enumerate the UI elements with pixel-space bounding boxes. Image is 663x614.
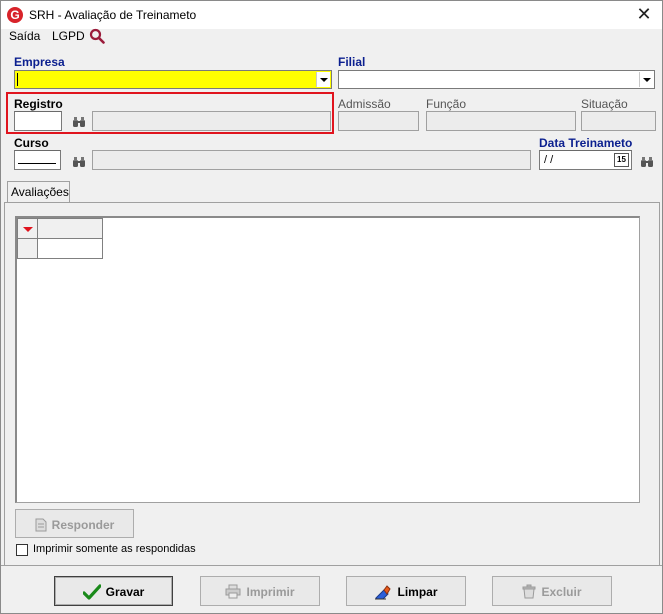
title-bar: G SRH - Avaliação de Treinameto ✕ xyxy=(1,1,662,29)
empresa-select[interactable] xyxy=(14,70,332,89)
app-logo-icon: G xyxy=(7,7,23,23)
eraser-icon xyxy=(375,585,392,600)
gravar-button[interactable]: Gravar xyxy=(54,576,173,606)
imprimir-respondidas-label: Imprimir somente as respondidas xyxy=(33,543,196,555)
excluir-label: Excluir xyxy=(541,584,582,599)
data-treinamento-value: / / xyxy=(544,154,554,166)
menu-saida[interactable]: Saída xyxy=(9,29,40,43)
search-icon[interactable] xyxy=(89,28,105,44)
imprimir-respondidas-checkbox[interactable] xyxy=(16,544,28,556)
grid-corner-cell xyxy=(17,218,38,239)
chevron-down-icon[interactable] xyxy=(316,72,330,87)
binoculars-icon[interactable] xyxy=(72,156,86,168)
curso-input[interactable] xyxy=(14,150,61,170)
responder-label: Responder xyxy=(51,517,115,532)
registro-label: Registro xyxy=(14,97,63,111)
excluir-button[interactable]: Excluir xyxy=(492,576,612,606)
funcao-field xyxy=(426,111,576,131)
menu-lgpd[interactable]: LGPD xyxy=(52,29,85,43)
calendar-icon[interactable]: 15 xyxy=(614,153,629,167)
curso-descricao-field xyxy=(92,150,531,170)
tab-avaliacoes[interactable]: Avaliações xyxy=(7,181,70,203)
admissao-field xyxy=(338,111,419,131)
imprimir-button[interactable]: Imprimir xyxy=(200,576,320,606)
responder-button[interactable]: Responder xyxy=(15,509,134,538)
limpar-button[interactable]: Limpar xyxy=(346,576,466,606)
curso-label: Curso xyxy=(14,136,49,150)
trash-icon xyxy=(522,584,536,599)
row-indicator-icon xyxy=(23,227,33,232)
data-treinamento-input[interactable]: / / 15 xyxy=(539,150,632,170)
window-title: SRH - Avaliação de Treinameto xyxy=(29,8,197,22)
situacao-label: Situação xyxy=(581,97,628,111)
menu-bar: Saída LGPD xyxy=(1,28,662,47)
grid-row-header[interactable] xyxy=(17,238,38,259)
close-button[interactable]: ✕ xyxy=(634,4,654,24)
funcao-label: Função xyxy=(426,97,467,111)
empresa-label: Empresa xyxy=(14,55,65,69)
gravar-label: Gravar xyxy=(105,585,145,599)
admissao-label: Admissão xyxy=(338,97,391,111)
registro-nome-field xyxy=(92,111,331,131)
grid-cell[interactable] xyxy=(37,238,103,259)
avaliacoes-grid[interactable] xyxy=(15,216,640,503)
checkmark-icon xyxy=(82,584,101,600)
grid-column-header[interactable] xyxy=(37,218,103,239)
chevron-down-icon[interactable] xyxy=(639,72,653,87)
filial-select[interactable] xyxy=(338,70,655,89)
curso-mask-underline xyxy=(18,163,56,164)
binoculars-icon[interactable] xyxy=(72,116,86,128)
filial-label: Filial xyxy=(338,55,366,69)
data-treinamento-label: Data Treinameto xyxy=(539,136,633,150)
registro-input[interactable] xyxy=(14,111,62,131)
text-caret xyxy=(17,73,18,86)
printer-icon xyxy=(225,584,241,599)
imprimir-label: Imprimir xyxy=(246,584,295,599)
main-window: G SRH - Avaliação de Treinameto ✕ Saída … xyxy=(0,0,663,614)
limpar-label: Limpar xyxy=(397,585,438,599)
binoculars-icon[interactable] xyxy=(640,156,654,168)
footer-separator xyxy=(1,565,662,566)
situacao-field xyxy=(581,111,656,131)
document-icon xyxy=(35,518,47,532)
